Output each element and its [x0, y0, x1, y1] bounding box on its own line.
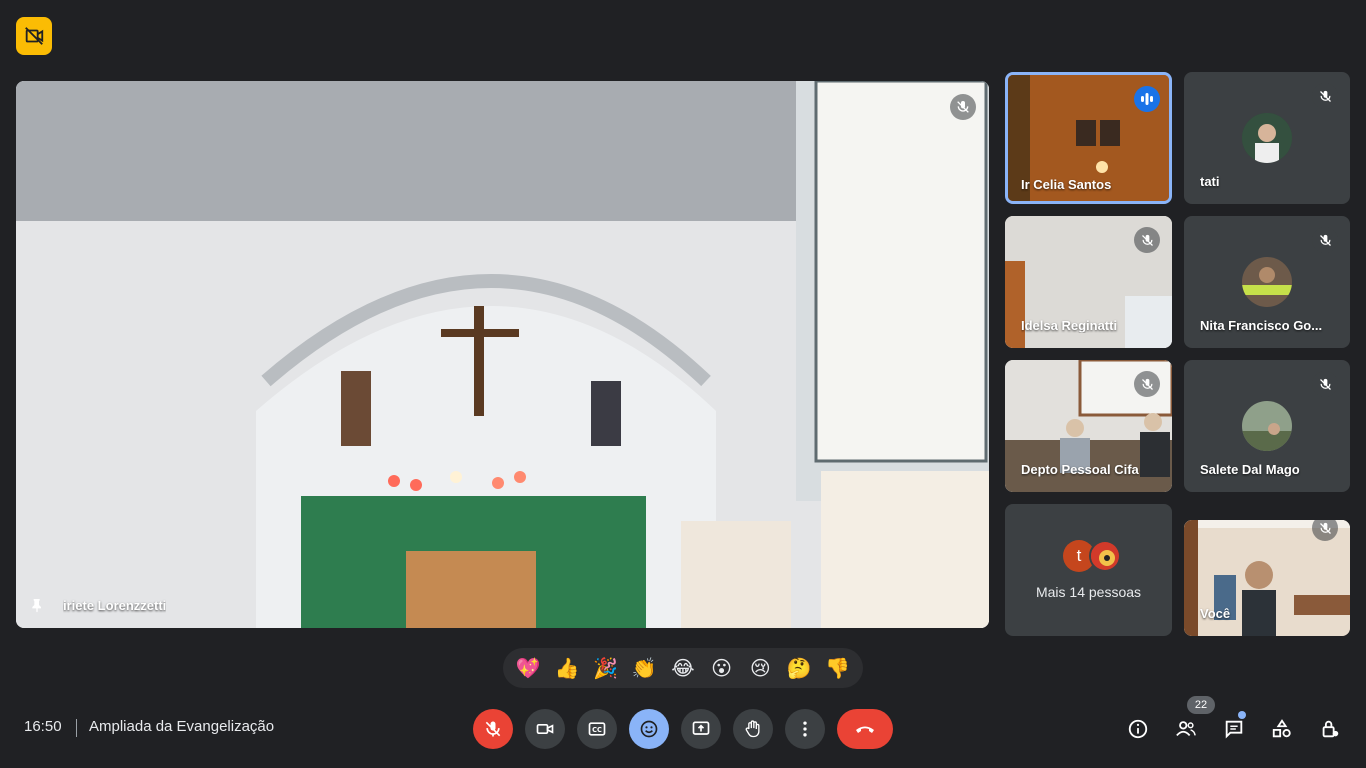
meeting-title: Ampliada da Evangelização: [89, 718, 275, 735]
shapes-icon: [1272, 719, 1291, 738]
avatar-image: [1091, 542, 1119, 570]
meeting-details-button[interactable]: [1124, 715, 1152, 743]
lock-person-icon: [1322, 720, 1339, 738]
avatar-image: [1242, 401, 1292, 451]
mic-off-icon: [1141, 378, 1153, 390]
host-controls-button[interactable]: [1316, 715, 1344, 743]
reaction-laugh[interactable]: 😂: [667, 652, 699, 684]
mic-off-icon: [957, 101, 969, 113]
reaction-sad[interactable]: 😢: [744, 652, 776, 684]
reaction-thumbs-up[interactable]: 👍: [551, 652, 583, 684]
present-screen-icon: [692, 721, 710, 735]
reactions-bar: 💖 👍 🎉 👏 😂 😮 😢 🤔 👎: [503, 648, 863, 688]
smiley-icon: [640, 720, 658, 738]
end-call-icon: [856, 726, 874, 733]
mic-off-icon: [1319, 90, 1331, 102]
participant-name: Idelsa Reginatti: [1021, 318, 1118, 333]
more-vert-icon: [803, 721, 807, 737]
chat-icon: [1225, 720, 1243, 739]
mute-indicator: [1312, 83, 1338, 109]
chat-notification-dot: [1238, 711, 1246, 719]
main-participant-name: iriete Lorenzzetti: [63, 598, 167, 613]
svg-text:CC: CC: [592, 726, 602, 734]
avatar-image: [1242, 257, 1292, 307]
reaction-party[interactable]: 🎉: [590, 652, 622, 684]
leave-call-button[interactable]: [837, 709, 893, 749]
participant-name: Ir Celia Santos: [1021, 177, 1112, 192]
meeting-time: 16:50: [24, 718, 62, 735]
avatar: [1242, 113, 1292, 163]
recording-off-badge[interactable]: [16, 17, 52, 55]
participant-tile[interactable]: Idelsa Reginatti: [1005, 216, 1172, 348]
more-participants-label: Mais 14 pessoas: [1035, 584, 1142, 600]
raise-hand-button[interactable]: [733, 709, 773, 749]
mute-indicator: [1134, 371, 1160, 397]
participant-name: Nita Francisco Go...: [1200, 318, 1323, 333]
people-button[interactable]: [1172, 715, 1200, 743]
more-options-button[interactable]: [785, 709, 825, 749]
video-off-icon: [25, 27, 44, 45]
chat-button[interactable]: [1220, 715, 1248, 743]
activities-button[interactable]: [1268, 715, 1296, 743]
avatar: [1242, 401, 1292, 451]
reaction-surprised[interactable]: 😮: [706, 652, 738, 684]
mute-indicator: [1134, 227, 1160, 253]
avatar-image: [1242, 113, 1292, 163]
mic-off-icon: [485, 721, 501, 737]
people-icon: [1176, 721, 1196, 737]
chapel-video-image: [16, 81, 989, 628]
mic-off-icon: [1319, 522, 1331, 534]
people-count-badge: 22: [1187, 696, 1215, 714]
participant-name: Salete Dal Mago: [1200, 462, 1300, 477]
reactions-button[interactable]: [629, 709, 669, 749]
divider: [76, 719, 77, 737]
self-view-tile[interactable]: Você: [1184, 520, 1350, 636]
audio-wave-icon: [1141, 93, 1153, 105]
reaction-thinking[interactable]: 🤔: [783, 652, 815, 684]
info-icon: [1128, 719, 1148, 739]
mic-toggle-button[interactable]: [473, 709, 513, 749]
mute-indicator: [1312, 227, 1338, 253]
mic-off-icon: [1141, 234, 1153, 246]
reaction-heart[interactable]: 💖: [512, 652, 544, 684]
speaking-indicator: [1134, 86, 1160, 112]
more-participants-tile[interactable]: t Mais 14 pessoas: [1005, 504, 1172, 636]
participant-tile[interactable]: Nita Francisco Go...: [1184, 216, 1350, 348]
avatar: [1089, 540, 1121, 572]
pin-icon[interactable]: [29, 596, 45, 614]
participant-name: Depto Pessoal Cifa: [1021, 462, 1139, 477]
mic-off-icon: [1319, 234, 1331, 246]
self-name: Você: [1200, 606, 1231, 621]
main-video-tile[interactable]: iriete Lorenzzetti: [16, 81, 989, 628]
camera-icon: [536, 724, 554, 734]
mic-off-icon: [1319, 378, 1331, 390]
captions-icon: CC: [588, 722, 606, 736]
avatar: [1242, 257, 1292, 307]
participant-name: tati: [1200, 174, 1220, 189]
participant-tile[interactable]: Depto Pessoal Cifa: [1005, 360, 1172, 492]
participant-tile[interactable]: Ir Celia Santos: [1005, 72, 1172, 204]
hand-icon: [745, 720, 760, 738]
participant-tile[interactable]: tati: [1184, 72, 1350, 204]
captions-button[interactable]: CC: [577, 709, 617, 749]
reaction-thumbs-down[interactable]: 👎: [822, 652, 854, 684]
mute-indicator: [1312, 371, 1338, 397]
reaction-clap[interactable]: 👏: [628, 652, 660, 684]
camera-toggle-button[interactable]: [525, 709, 565, 749]
present-screen-button[interactable]: [681, 709, 721, 749]
main-mute-indicator: [950, 94, 976, 120]
participant-tile[interactable]: Salete Dal Mago: [1184, 360, 1350, 492]
